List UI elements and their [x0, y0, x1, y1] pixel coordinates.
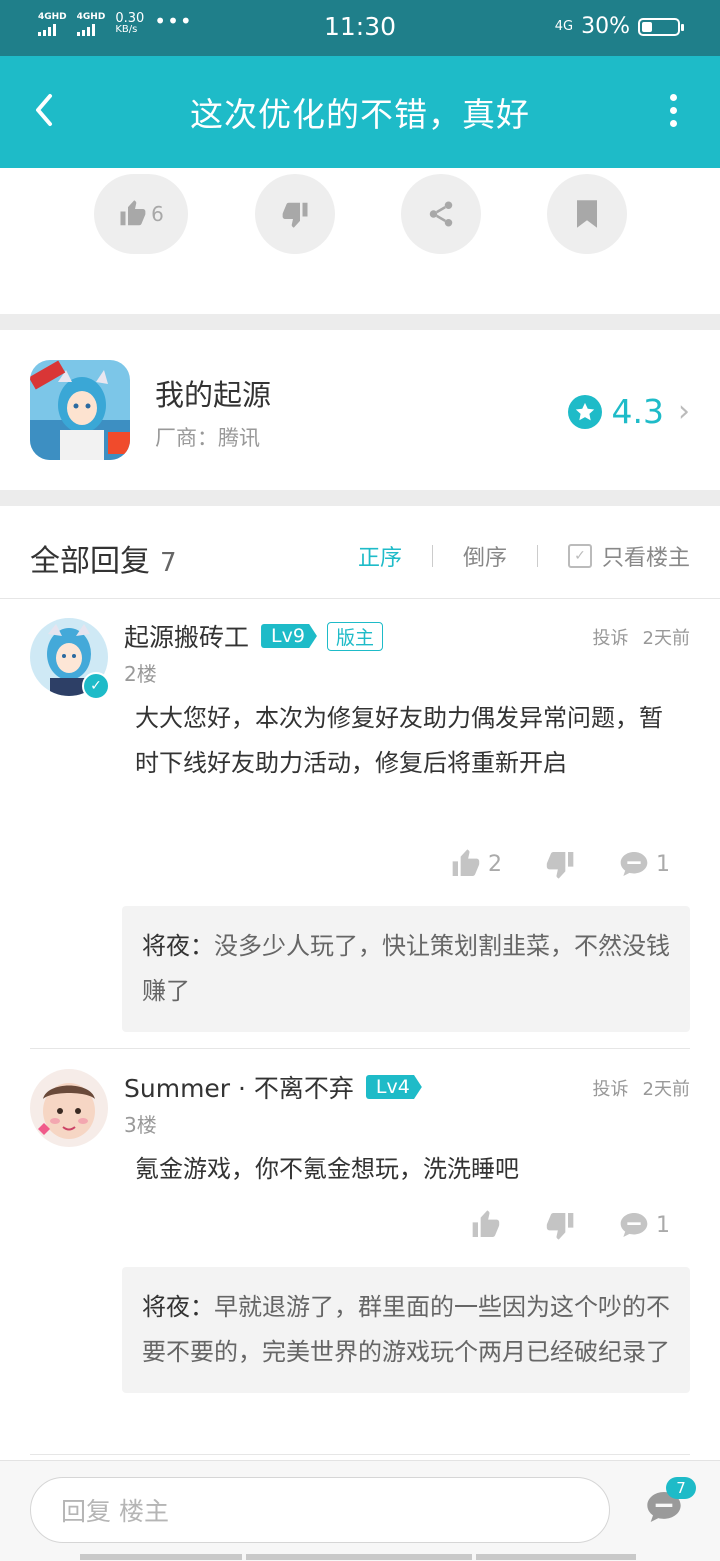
verified-icon: ✓ — [82, 672, 110, 700]
comment-item: Summer · 不离不弃 Lv4 3楼 投诉 2天前 氪金游戏，你不氪金想玩，洗… — [0, 1049, 720, 1454]
replies-count: 7 — [160, 548, 177, 578]
status-right: 4G 30% — [554, 14, 684, 39]
comment-dislike-button[interactable] — [544, 1209, 576, 1241]
page-title: 这次优化的不错，真好 — [190, 95, 530, 134]
sub-reply-separator: ： — [190, 932, 214, 960]
comment-like-button[interactable] — [470, 1209, 502, 1241]
reply-count-badge: 7 — [666, 1477, 696, 1499]
comment-username[interactable]: Summer · 不离不弃 Lv4 — [124, 1069, 422, 1105]
checkbox-icon: ✓ — [567, 544, 592, 568]
comment-meta: 投诉 2天前 — [593, 1075, 690, 1101]
floor-number: 3楼 — [124, 1113, 157, 1137]
comment-reply-count: 1 — [656, 851, 670, 877]
floor-number: 2楼 — [124, 662, 157, 686]
status-bar: 4GHD 4GHD 0.30 KB/s ••• 11:30 4G 30% — [0, 0, 720, 56]
avatar[interactable] — [30, 1069, 108, 1147]
comment-time: 2天前 — [642, 628, 690, 649]
sub-reply-author: 将夜 — [142, 932, 190, 960]
like-count: 6 — [151, 202, 164, 226]
sort-separator — [536, 545, 538, 567]
sort-ascending-tab[interactable]: 正序 — [358, 540, 402, 572]
bookmark-button[interactable] — [547, 174, 627, 254]
moderator-badge: 版主 — [326, 621, 383, 651]
sub-reply-separator: ： — [190, 1293, 214, 1321]
report-button[interactable]: 投诉 — [593, 628, 629, 649]
gesture-bar — [80, 1554, 636, 1560]
thumbs-down-icon — [546, 852, 574, 879]
thumbs-down-icon — [546, 1213, 574, 1240]
star-icon — [567, 394, 602, 429]
comment-reply-button[interactable]: 1 — [618, 1209, 670, 1241]
comment-text: 大大您好，本次为修复好友助力偶发异常问题，暂时下线好友助力活动，修复后将重新开启 — [135, 704, 663, 777]
sort-descending-tab[interactable]: 倒序 — [463, 540, 507, 572]
game-vendor: 厂商：腾讯 — [155, 426, 260, 450]
sub-reply[interactable]: 将夜：没多少人玩了，快让策划割韭菜，不然没钱赚了 — [122, 906, 690, 1032]
comment-actions: 2 1 — [450, 848, 670, 880]
level-badge: Lv9 — [261, 624, 317, 648]
thumbs-up-icon — [472, 1210, 500, 1237]
more-options-button[interactable] — [666, 94, 680, 134]
reply-input[interactable]: 回复 楼主 — [30, 1477, 610, 1543]
game-card[interactable]: 我的起源 厂商：腾讯 4.3 › — [0, 330, 720, 490]
only-op-toggle[interactable]: ✓ 只看楼主 — [567, 540, 690, 572]
sub-reply[interactable]: 将夜：早就退游了，群里面的一些因为这个吵的不要不要的，完美世界的游戏玩个两月已经… — [122, 1267, 690, 1393]
comment-meta: 投诉 2天前 — [593, 624, 690, 650]
reply-input-placeholder: 回复 楼主 — [61, 1497, 169, 1526]
share-button[interactable] — [401, 174, 481, 254]
level-badge: Lv4 — [365, 1075, 422, 1099]
username-text: Summer · 不离不弃 — [124, 1074, 354, 1103]
comment-time: 2天前 — [642, 1079, 690, 1100]
battery-icon — [638, 17, 684, 36]
thumbs-down-icon — [282, 202, 308, 228]
post-actions: 6 — [0, 174, 720, 254]
section-divider — [0, 490, 720, 506]
thumbs-up-icon — [120, 200, 146, 226]
sort-controls: 正序 倒序 ✓ 只看楼主 — [358, 540, 690, 572]
dislike-button[interactable] — [255, 174, 335, 254]
chat-bubble-icon — [620, 852, 648, 876]
game-name: 我的起源 — [155, 378, 272, 412]
app-header: 这次优化的不错，真好 — [0, 56, 720, 168]
network-type: 4G — [554, 19, 574, 34]
bookmark-icon — [577, 200, 597, 228]
reply-bar: 回复 楼主 7 — [0, 1460, 720, 1561]
thumbs-up-icon — [452, 849, 480, 876]
rating-value: 4.3 — [611, 392, 664, 431]
sub-reply-author: 将夜 — [142, 1293, 190, 1321]
comment-like-count: 2 — [488, 851, 502, 877]
chevron-right-icon: › — [678, 394, 690, 429]
game-rating[interactable]: 4.3 › — [567, 392, 690, 431]
comment-dislike-button[interactable] — [544, 848, 576, 880]
battery-percent: 30% — [581, 14, 630, 39]
replies-title-text: 全部回复 — [30, 544, 150, 579]
chat-bubble-icon — [620, 1213, 648, 1237]
comment-like-button[interactable]: 2 — [450, 848, 502, 880]
sort-separator — [431, 545, 433, 567]
like-button[interactable]: 6 — [94, 174, 188, 254]
replies-title: 全部回复 7 — [30, 536, 177, 580]
comment-actions: 1 — [470, 1209, 670, 1241]
comment-reply-button[interactable]: 1 — [618, 848, 670, 880]
comment-reply-count: 1 — [656, 1212, 670, 1238]
comment-item: ✓ 起源搬砖工 Lv9 版主 2楼 投诉 2天前 大大您好，本次为修复好友助力偶发… — [0, 598, 720, 1048]
more-vertical-icon — [666, 94, 680, 127]
comment-text: 氪金游戏，你不氪金想玩，洗洗睡吧 — [135, 1155, 519, 1183]
section-divider — [0, 314, 720, 330]
sub-reply-text: 没多少人玩了，快让策划割韭菜，不然没钱赚了 — [142, 932, 670, 1005]
game-icon — [30, 360, 130, 460]
comment-divider — [30, 1454, 690, 1455]
replies-header: 全部回复 7 正序 倒序 ✓ 只看楼主 — [0, 506, 720, 599]
username-text: 起源搬砖工 — [124, 623, 250, 652]
battery-fill — [642, 21, 653, 32]
sub-reply-text: 早就退游了，群里面的一些因为这个吵的不要不要的，完美世界的游戏玩个两月已经破纪录… — [142, 1293, 670, 1366]
only-op-label: 只看楼主 — [601, 546, 690, 571]
share-icon — [429, 201, 453, 227]
report-button[interactable]: 投诉 — [593, 1079, 629, 1100]
comment-username[interactable]: 起源搬砖工 Lv9 版主 — [124, 618, 383, 654]
